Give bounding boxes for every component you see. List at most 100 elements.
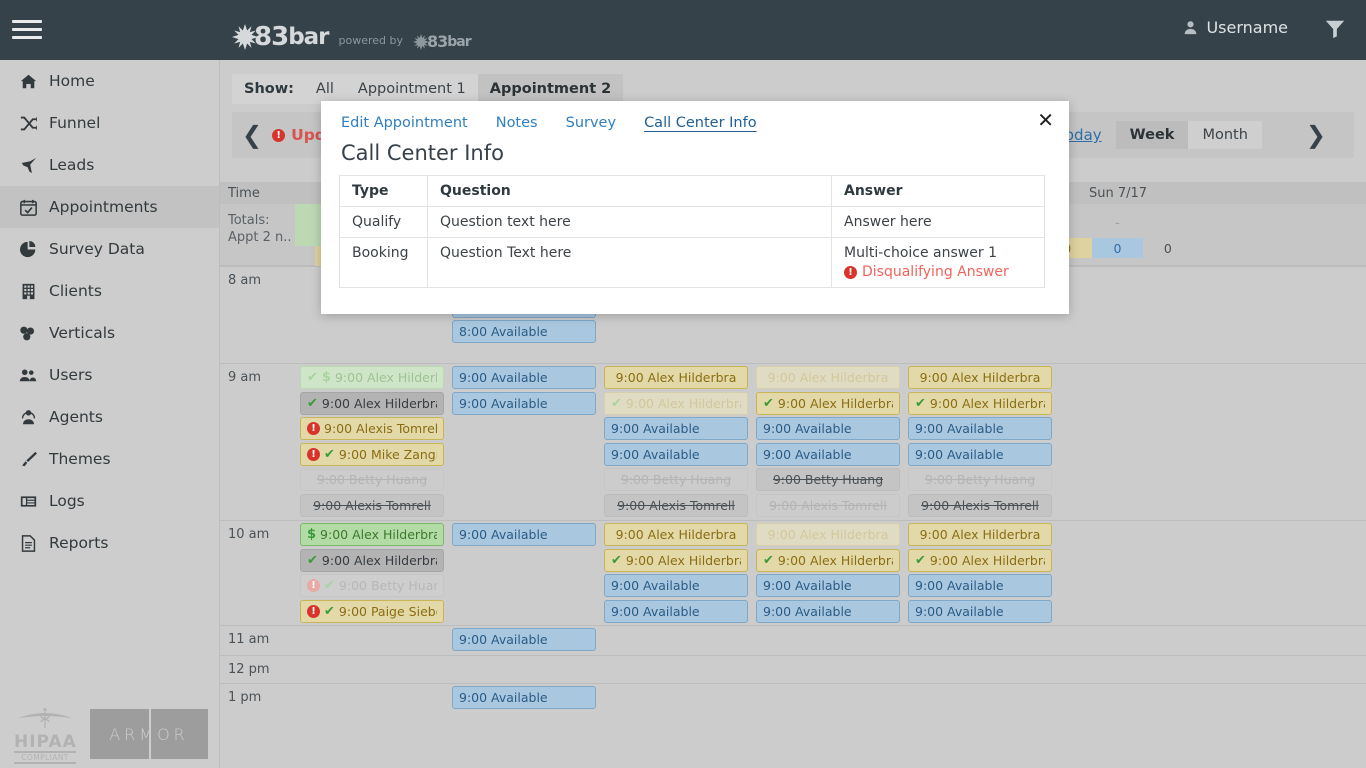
calendar-event[interactable]: 9:00 Available: [908, 599, 1052, 623]
calendar-event[interactable]: ✔ 9:00 Alex Hilderbra: [908, 391, 1052, 415]
sidebar-item-label: Themes: [49, 450, 111, 468]
modal-tab-notes[interactable]: Notes: [496, 115, 538, 131]
sidebar-item-logs[interactable]: Logs: [0, 480, 219, 522]
calendar-event[interactable]: 9:00 Betty Huang: [604, 468, 748, 492]
check-icon: ✔: [324, 446, 335, 462]
modal-tab-call-center-info[interactable]: Call Center Info: [644, 115, 757, 131]
calendar-event-label: 9:00 Available: [763, 578, 852, 594]
show-tab-appointment-2[interactable]: Appointment 2: [477, 74, 624, 104]
calendar-event[interactable]: 9:00 Alexis Tomrell: [908, 494, 1052, 517]
check-icon: ✔: [324, 603, 335, 619]
sidebar-item-label: Agents: [49, 408, 103, 426]
calendar-event[interactable]: 9:00 Available: [756, 417, 900, 441]
modal-tab-edit-appointment[interactable]: Edit Appointment: [341, 115, 468, 131]
calendar-event[interactable]: 9:00 Available: [604, 442, 748, 466]
calendar-event[interactable]: 9:00 Alexis Tomrell: [604, 494, 748, 517]
calendar-event[interactable]: 9:00 Betty Huang: [908, 468, 1052, 492]
sidebar-item-home[interactable]: Home: [0, 60, 219, 102]
calendar-event[interactable]: 9:00 Available: [908, 442, 1052, 466]
exclamation-circle-icon: !: [307, 604, 320, 618]
sidebar-item-reports[interactable]: Reports: [0, 522, 219, 564]
calendar-event[interactable]: 9:00 Alex Hilderbra: [908, 523, 1052, 546]
calendar-event[interactable]: ! ✔ 9:00 Paige Siebol: [300, 599, 444, 623]
calendar-event[interactable]: 9:00 Available: [756, 574, 900, 598]
calendar-event[interactable]: ✔ 9:00 Alex Hilderbra: [756, 548, 900, 572]
calendar-event[interactable]: 9:00 Alexis Tomrell: [300, 494, 444, 517]
calendar-event-label: 9:00 Alexis Tomrell: [769, 498, 887, 513]
calendar-event-label: 9:00 Available: [459, 370, 548, 385]
hipaa-badge: HIPAA COMPLIANT: [14, 706, 76, 764]
calendar-event[interactable]: 9:00 Alex Hilderbra: [756, 366, 900, 389]
show-tab-all[interactable]: All: [304, 74, 346, 104]
sidebar-item-label: Leads: [49, 156, 95, 174]
calendar-event[interactable]: 9:00 Alex Hilderbra: [604, 523, 748, 546]
calendar-event[interactable]: 9:00 Alexis Tomrell: [756, 494, 900, 517]
sidebar-item-agents[interactable]: Agents: [0, 396, 219, 438]
calendar-event[interactable]: ✔$9:00 Alex Hilderbra: [300, 366, 444, 389]
calendar-event[interactable]: 9:00 Available: [452, 366, 596, 389]
view-week-button[interactable]: Week: [1115, 121, 1189, 149]
sidebar-item-users[interactable]: Users: [0, 354, 219, 396]
calendar-event[interactable]: 9:00 Available: [604, 574, 748, 598]
sidebar-item-funnel[interactable]: Funnel: [0, 102, 219, 144]
hour-label: 12 pm: [228, 662, 270, 677]
calendar-event[interactable]: 9:00 Available: [756, 599, 900, 623]
calendar-event[interactable]: 9:00 Available: [908, 417, 1052, 441]
hamburger-icon[interactable]: [12, 16, 42, 42]
calendar-event-label: 9:00 Alexis Tomrell: [324, 421, 437, 437]
filter-icon[interactable]: [1324, 18, 1346, 40]
calendar-event[interactable]: 9:00 Available: [452, 686, 596, 709]
calendar-event[interactable]: ✔ 9:00 Alex Hilderbra: [300, 548, 444, 572]
calendar-event[interactable]: 8:00 Available: [452, 320, 596, 344]
sidebar-item-survey-data[interactable]: Survey Data: [0, 228, 219, 270]
calendar-event-label: 9:00 Alex Hilderbra: [625, 395, 741, 411]
sidebar-item-appointments[interactable]: Appointments: [0, 186, 219, 228]
check-icon: ✔: [763, 395, 774, 411]
calendar-event[interactable]: ! 9:00 Alexis Tomrell: [300, 417, 444, 441]
sidebar-item-label: Clients: [49, 282, 102, 300]
calendar-event[interactable]: ! ✔9:00 Betty Huang: [300, 574, 444, 598]
calendar-event[interactable]: ✔ 9:00 Alex Hilderbra: [756, 391, 900, 415]
calendar-event[interactable]: 9:00 Available: [452, 628, 596, 651]
calendar-event[interactable]: 9:00 Alex Hilderbra: [756, 523, 900, 546]
calendar-event[interactable]: 9:00 Available: [452, 391, 596, 415]
cell-question: Question Text here: [427, 237, 832, 288]
check-icon: ✔: [307, 395, 318, 411]
next-week-button[interactable]: ❯: [1296, 121, 1336, 149]
check-icon: ✔: [307, 370, 318, 385]
calendar-event[interactable]: 9:00 Alex Hilderbra: [908, 366, 1052, 389]
calendar-event-label: 9:00 Betty Huang: [338, 578, 437, 594]
calendar-event[interactable]: 9:00 Available: [756, 442, 900, 466]
sidebar-item-clients[interactable]: Clients: [0, 270, 219, 312]
calendar-event[interactable]: ✔ 9:00 Alex Hilderbra: [604, 548, 748, 572]
sidebar-item-leads[interactable]: Leads: [0, 144, 219, 186]
home-icon: [18, 73, 38, 90]
calendar-event-label: 8:00 Available: [459, 324, 548, 340]
calendar-event[interactable]: 9:00 Available: [452, 523, 596, 546]
calendar-event[interactable]: 9:00 Available: [604, 417, 748, 441]
calendar-event[interactable]: 9:00 Betty Huang: [300, 468, 444, 492]
cell-answer: Answer here: [831, 206, 1045, 238]
sidebar-item-verticals[interactable]: Verticals: [0, 312, 219, 354]
calendar-event[interactable]: 9:00 Betty Huang: [756, 468, 900, 492]
call-center-info-table: Type Question Answer Qualify Question te…: [339, 175, 1045, 288]
modal-tab-survey[interactable]: Survey: [566, 115, 616, 131]
prev-week-button[interactable]: ❮: [232, 121, 272, 149]
calendar-event[interactable]: ✔ 9:00 Alex Hilderbra: [908, 548, 1052, 572]
view-month-button[interactable]: Month: [1188, 121, 1261, 149]
cell-type: Qualify: [339, 206, 428, 238]
calendar-event[interactable]: ✔ 9:00 Alex Hilderbra: [604, 391, 748, 415]
top-bar: 83 bar powered by 83 bar Username: [0, 0, 1366, 60]
sidebar-item-label: Users: [49, 366, 93, 384]
calendar-event[interactable]: ! ✔ 9:00 Mike Zangril: [300, 442, 444, 466]
calendar-check-icon: [18, 199, 38, 216]
calendar-event[interactable]: ✔ 9:00 Alex Hilderbra: [300, 391, 444, 415]
calendar-event[interactable]: $9:00 Alex Hilderbra: [300, 523, 444, 546]
sidebar-item-themes[interactable]: Themes: [0, 438, 219, 480]
calendar-event[interactable]: 9:00 Available: [604, 599, 748, 623]
close-icon[interactable]: ✕: [1037, 110, 1054, 130]
user-menu[interactable]: Username: [1183, 18, 1288, 37]
calendar-event[interactable]: 9:00 Available: [908, 574, 1052, 598]
calendar-event[interactable]: 9:00 Alex Hilderbra: [604, 366, 748, 389]
show-tab-appointment-1[interactable]: Appointment 1: [346, 74, 478, 104]
